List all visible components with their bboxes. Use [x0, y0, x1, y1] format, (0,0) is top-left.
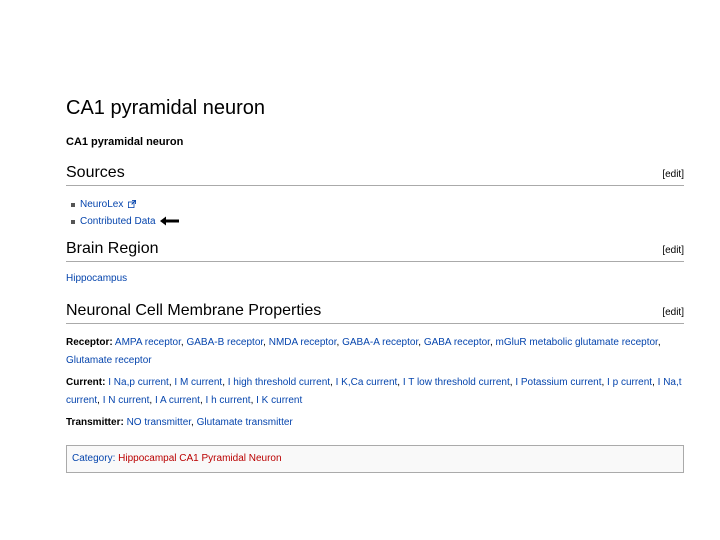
membrane-edit-link[interactable]: [edit] [662, 307, 684, 318]
receptor-label: Receptor: [66, 337, 113, 348]
sources-heading: Sources [66, 164, 125, 181]
current-link[interactable]: I T low threshold current [403, 377, 510, 388]
bullet-icon [71, 203, 75, 207]
receptor-link[interactable]: Glutamate receptor [66, 355, 152, 366]
page-subtitle: CA1 pyramidal neuron [66, 136, 184, 148]
brain-region-heading: Brain Region [66, 240, 159, 257]
receptor-link[interactable]: GABA-B receptor [186, 337, 263, 348]
category-row: Category: Hippocampal CA1 Pyramidal Neur… [67, 453, 282, 464]
membrane-props: Receptor: AMPA receptor, GABA-B receptor… [66, 334, 684, 432]
brain-region-value-row: Hippocampus [66, 273, 684, 284]
edit-label[interactable]: [edit] [662, 307, 684, 318]
transmitter-row: Transmitter: NO transmitter, Glutamate t… [66, 417, 293, 428]
current-link[interactable]: I high threshold current [228, 377, 330, 388]
article: CA1 pyramidal neuron CA1 pyramidal neuro… [66, 96, 684, 473]
current-link[interactable]: I Na,p current [108, 377, 169, 388]
hippocampus-link[interactable]: Hippocampus [66, 273, 127, 284]
edit-label[interactable]: [edit] [662, 169, 684, 180]
current-row: Current: I Na,p current, I M current, I … [66, 377, 682, 406]
transmitter-link[interactable]: Glutamate transmitter [197, 417, 293, 428]
edit-label[interactable]: [edit] [662, 245, 684, 256]
receptor-link[interactable]: GABA receptor [424, 337, 490, 348]
neurolex-link[interactable]: NeuroLex [80, 199, 123, 210]
brain-region-section: Brain Region [edit] Hippocampus [66, 239, 684, 284]
arrow-left-icon [160, 216, 180, 226]
current-link[interactable]: I A current [155, 395, 200, 406]
contributed-data-link[interactable]: Contributed Data [80, 216, 156, 227]
category-label[interactable]: Category: [72, 453, 115, 464]
page-title: CA1 pyramidal neuron [66, 97, 265, 119]
current-link[interactable]: I N current [103, 395, 150, 406]
sources-section: Sources [edit] NeuroLex Contributed Data [66, 163, 684, 230]
list-item: Contributed Data [66, 213, 684, 230]
transmitter-link[interactable]: NO transmitter [127, 417, 191, 428]
receptor-link[interactable]: AMPA receptor [115, 337, 181, 348]
current-link[interactable]: I M current [174, 377, 222, 388]
category-link[interactable]: Hippocampal CA1 Pyramidal Neuron [118, 453, 281, 464]
brain-region-edit-link[interactable]: [edit] [662, 245, 684, 256]
membrane-section: Neuronal Cell Membrane Properties [edit]… [66, 301, 684, 432]
sources-header: Sources [edit] [66, 163, 684, 186]
current-label: Current: [66, 377, 106, 388]
receptor-link[interactable]: mGluR metabolic glutamate receptor [496, 337, 658, 348]
brain-region-header: Brain Region [edit] [66, 239, 684, 262]
external-link-icon [128, 200, 137, 209]
receptor-row: Receptor: AMPA receptor, GABA-B receptor… [66, 337, 661, 366]
membrane-heading: Neuronal Cell Membrane Properties [66, 302, 322, 319]
transmitter-label: Transmitter: [66, 417, 124, 428]
current-link[interactable]: I h current [206, 395, 251, 406]
bullet-icon [71, 220, 75, 224]
category-box: Category: Hippocampal CA1 Pyramidal Neur… [66, 445, 684, 473]
receptor-link[interactable]: GABA-A receptor [342, 337, 418, 348]
current-link[interactable]: I Potassium current [515, 377, 601, 388]
sources-list: NeuroLex Contributed Data [66, 196, 684, 230]
current-link[interactable]: I p current [607, 377, 652, 388]
list-item: NeuroLex [66, 196, 684, 213]
sources-edit-link[interactable]: [edit] [662, 169, 684, 180]
current-link[interactable]: I K current [256, 395, 302, 406]
membrane-header: Neuronal Cell Membrane Properties [edit] [66, 301, 684, 324]
current-link[interactable]: I K,Ca current [336, 377, 398, 388]
receptor-link[interactable]: NMDA receptor [269, 337, 337, 348]
